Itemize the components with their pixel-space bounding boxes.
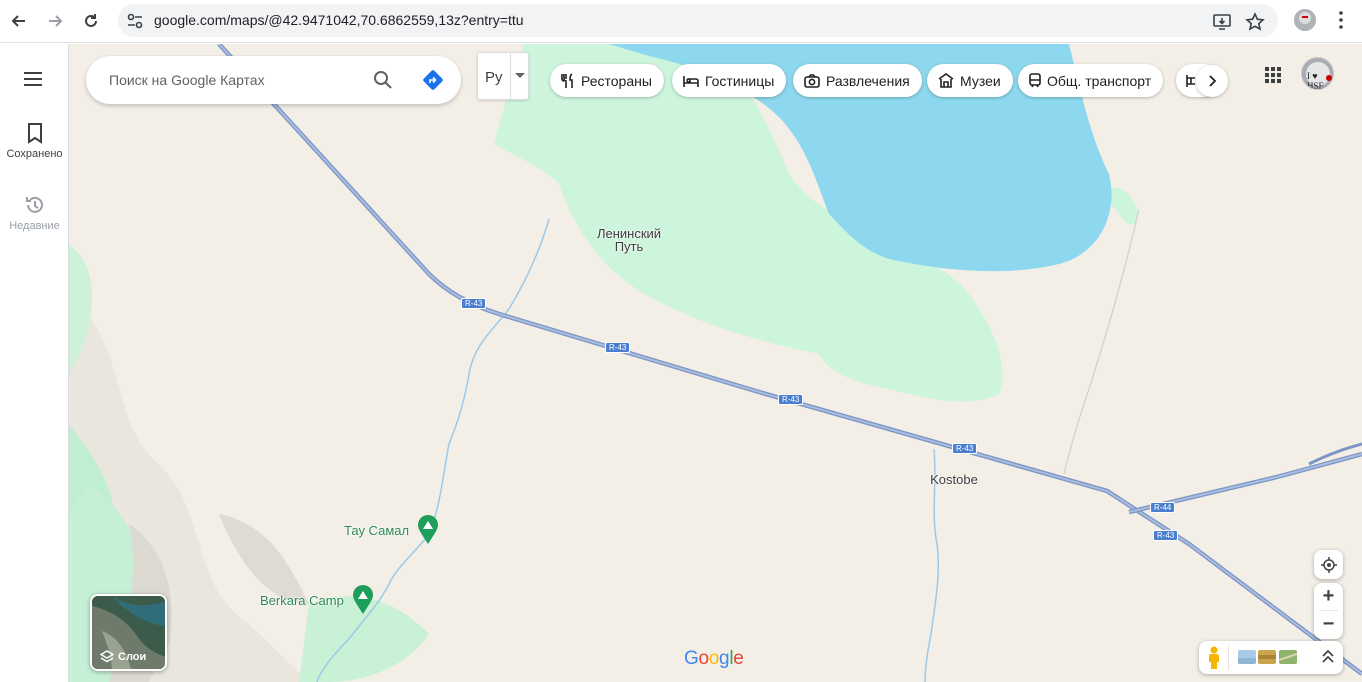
left-rail: Сохранено Недавние [0, 44, 69, 682]
language-button[interactable]: Ру [477, 52, 529, 100]
menu-icon[interactable] [22, 70, 44, 88]
zoom-out-button[interactable]: − [1314, 611, 1343, 638]
chevron-right-icon [1209, 75, 1217, 87]
place-label-kostobe[interactable]: Kostobe [921, 473, 987, 486]
url-text[interactable]: google.com/maps/@42.9471042,70.6862559,1… [154, 12, 524, 28]
my-location-button[interactable] [1314, 550, 1343, 579]
search-icon[interactable] [372, 69, 394, 91]
bar-divider [1228, 645, 1229, 670]
road-shield: R-43 [778, 394, 804, 405]
chips-next-button[interactable] [1196, 65, 1228, 97]
chip-label: Рестораны [581, 72, 652, 89]
directions-icon[interactable] [422, 69, 444, 91]
bookmark-icon [27, 123, 42, 144]
avatar-text: I ♥ HSE [1307, 71, 1325, 90]
satellite-thumb-icon[interactable] [1258, 650, 1276, 664]
category-chip-hotels[interactable]: Гостиницы [672, 64, 787, 97]
campground-icon[interactable] [352, 585, 374, 615]
hotel-icon [683, 75, 699, 87]
back-arrow-icon[interactable] [6, 8, 32, 34]
search-box[interactable]: Поиск на Google Картах [86, 56, 461, 104]
poi-label-berkara-camp[interactable]: Berkara Camp [260, 593, 344, 608]
bookmark-star-icon[interactable] [1245, 12, 1265, 32]
road-shield: R-43 [952, 443, 978, 454]
road-shield: R-43 [605, 342, 631, 353]
layers-icon [100, 650, 114, 663]
chip-label: Музеи [960, 72, 1001, 89]
chevron-down-icon[interactable] [515, 73, 525, 78]
category-chip-entertainment[interactable]: Развлечения [793, 64, 922, 97]
layers-label: Слои [118, 651, 147, 663]
pegman-icon[interactable] [1207, 646, 1221, 670]
address-bar[interactable]: google.com/maps/@42.9471042,70.6862559,1… [118, 4, 1278, 37]
chevron-up-double-icon[interactable] [1321, 649, 1335, 665]
my-location-icon [1320, 556, 1337, 573]
restaurant-icon [561, 72, 573, 88]
category-chip-museums[interactable]: Музеи [927, 64, 1013, 97]
language-label: Ру [485, 69, 503, 86]
chip-label: Общ. транспорт [1047, 72, 1152, 89]
terrain-thumb-icon[interactable] [1238, 650, 1256, 664]
chip-label: Гостиницы [705, 72, 775, 89]
museum-icon [938, 73, 954, 88]
more-vertical-icon[interactable] [1332, 9, 1350, 31]
chip-label: Развлечения [826, 72, 910, 89]
campground-icon[interactable] [417, 515, 439, 545]
search-input[interactable]: Поиск на Google Картах [109, 72, 265, 88]
forward-arrow-icon[interactable] [42, 8, 68, 34]
reload-icon[interactable] [78, 8, 104, 34]
zoom-control: + − [1314, 583, 1343, 639]
zoom-in-button[interactable]: + [1314, 583, 1343, 610]
history-icon [25, 196, 43, 213]
browser-profile-avatar[interactable] [1294, 9, 1316, 31]
account-avatar[interactable]: I ♥ HSE [1301, 57, 1334, 90]
road-shield: R-43 [1153, 530, 1179, 541]
map-canvas[interactable]: Ленинский Путь Kostobe Тау Самал Berkara… [69, 44, 1362, 682]
camera-icon [804, 73, 820, 88]
language-divider [510, 53, 511, 99]
install-app-icon[interactable] [1212, 12, 1232, 32]
sidebar-item-label: Недавние [9, 220, 60, 232]
road-shield: R-44 [1150, 502, 1176, 513]
layers-button[interactable]: Слои [90, 594, 167, 671]
place-label-leninsky[interactable]: Ленинский Путь [589, 227, 669, 253]
site-settings-icon[interactable] [126, 12, 144, 30]
sidebar-item-saved[interactable]: Сохранено [0, 122, 69, 160]
category-chip-restaurants[interactable]: Рестораны [550, 64, 664, 97]
sidebar-item-label: Сохранено [6, 148, 63, 160]
category-chip-transit[interactable]: Общ. транспорт [1018, 64, 1164, 97]
road-shield: R-43 [461, 298, 487, 309]
map-type-bar [1199, 641, 1343, 674]
poi-label-tau-samal[interactable]: Тау Самал [344, 523, 409, 538]
traffic-thumb-icon[interactable] [1279, 650, 1297, 664]
map-base-layer [69, 44, 1362, 682]
transit-icon [1029, 73, 1041, 88]
sidebar-item-recent[interactable]: Недавние [0, 194, 69, 232]
apps-grid-icon[interactable] [1264, 66, 1282, 84]
google-logo: Google [684, 648, 744, 669]
browser-toolbar: google.com/maps/@42.9471042,70.6862559,1… [0, 0, 1362, 43]
